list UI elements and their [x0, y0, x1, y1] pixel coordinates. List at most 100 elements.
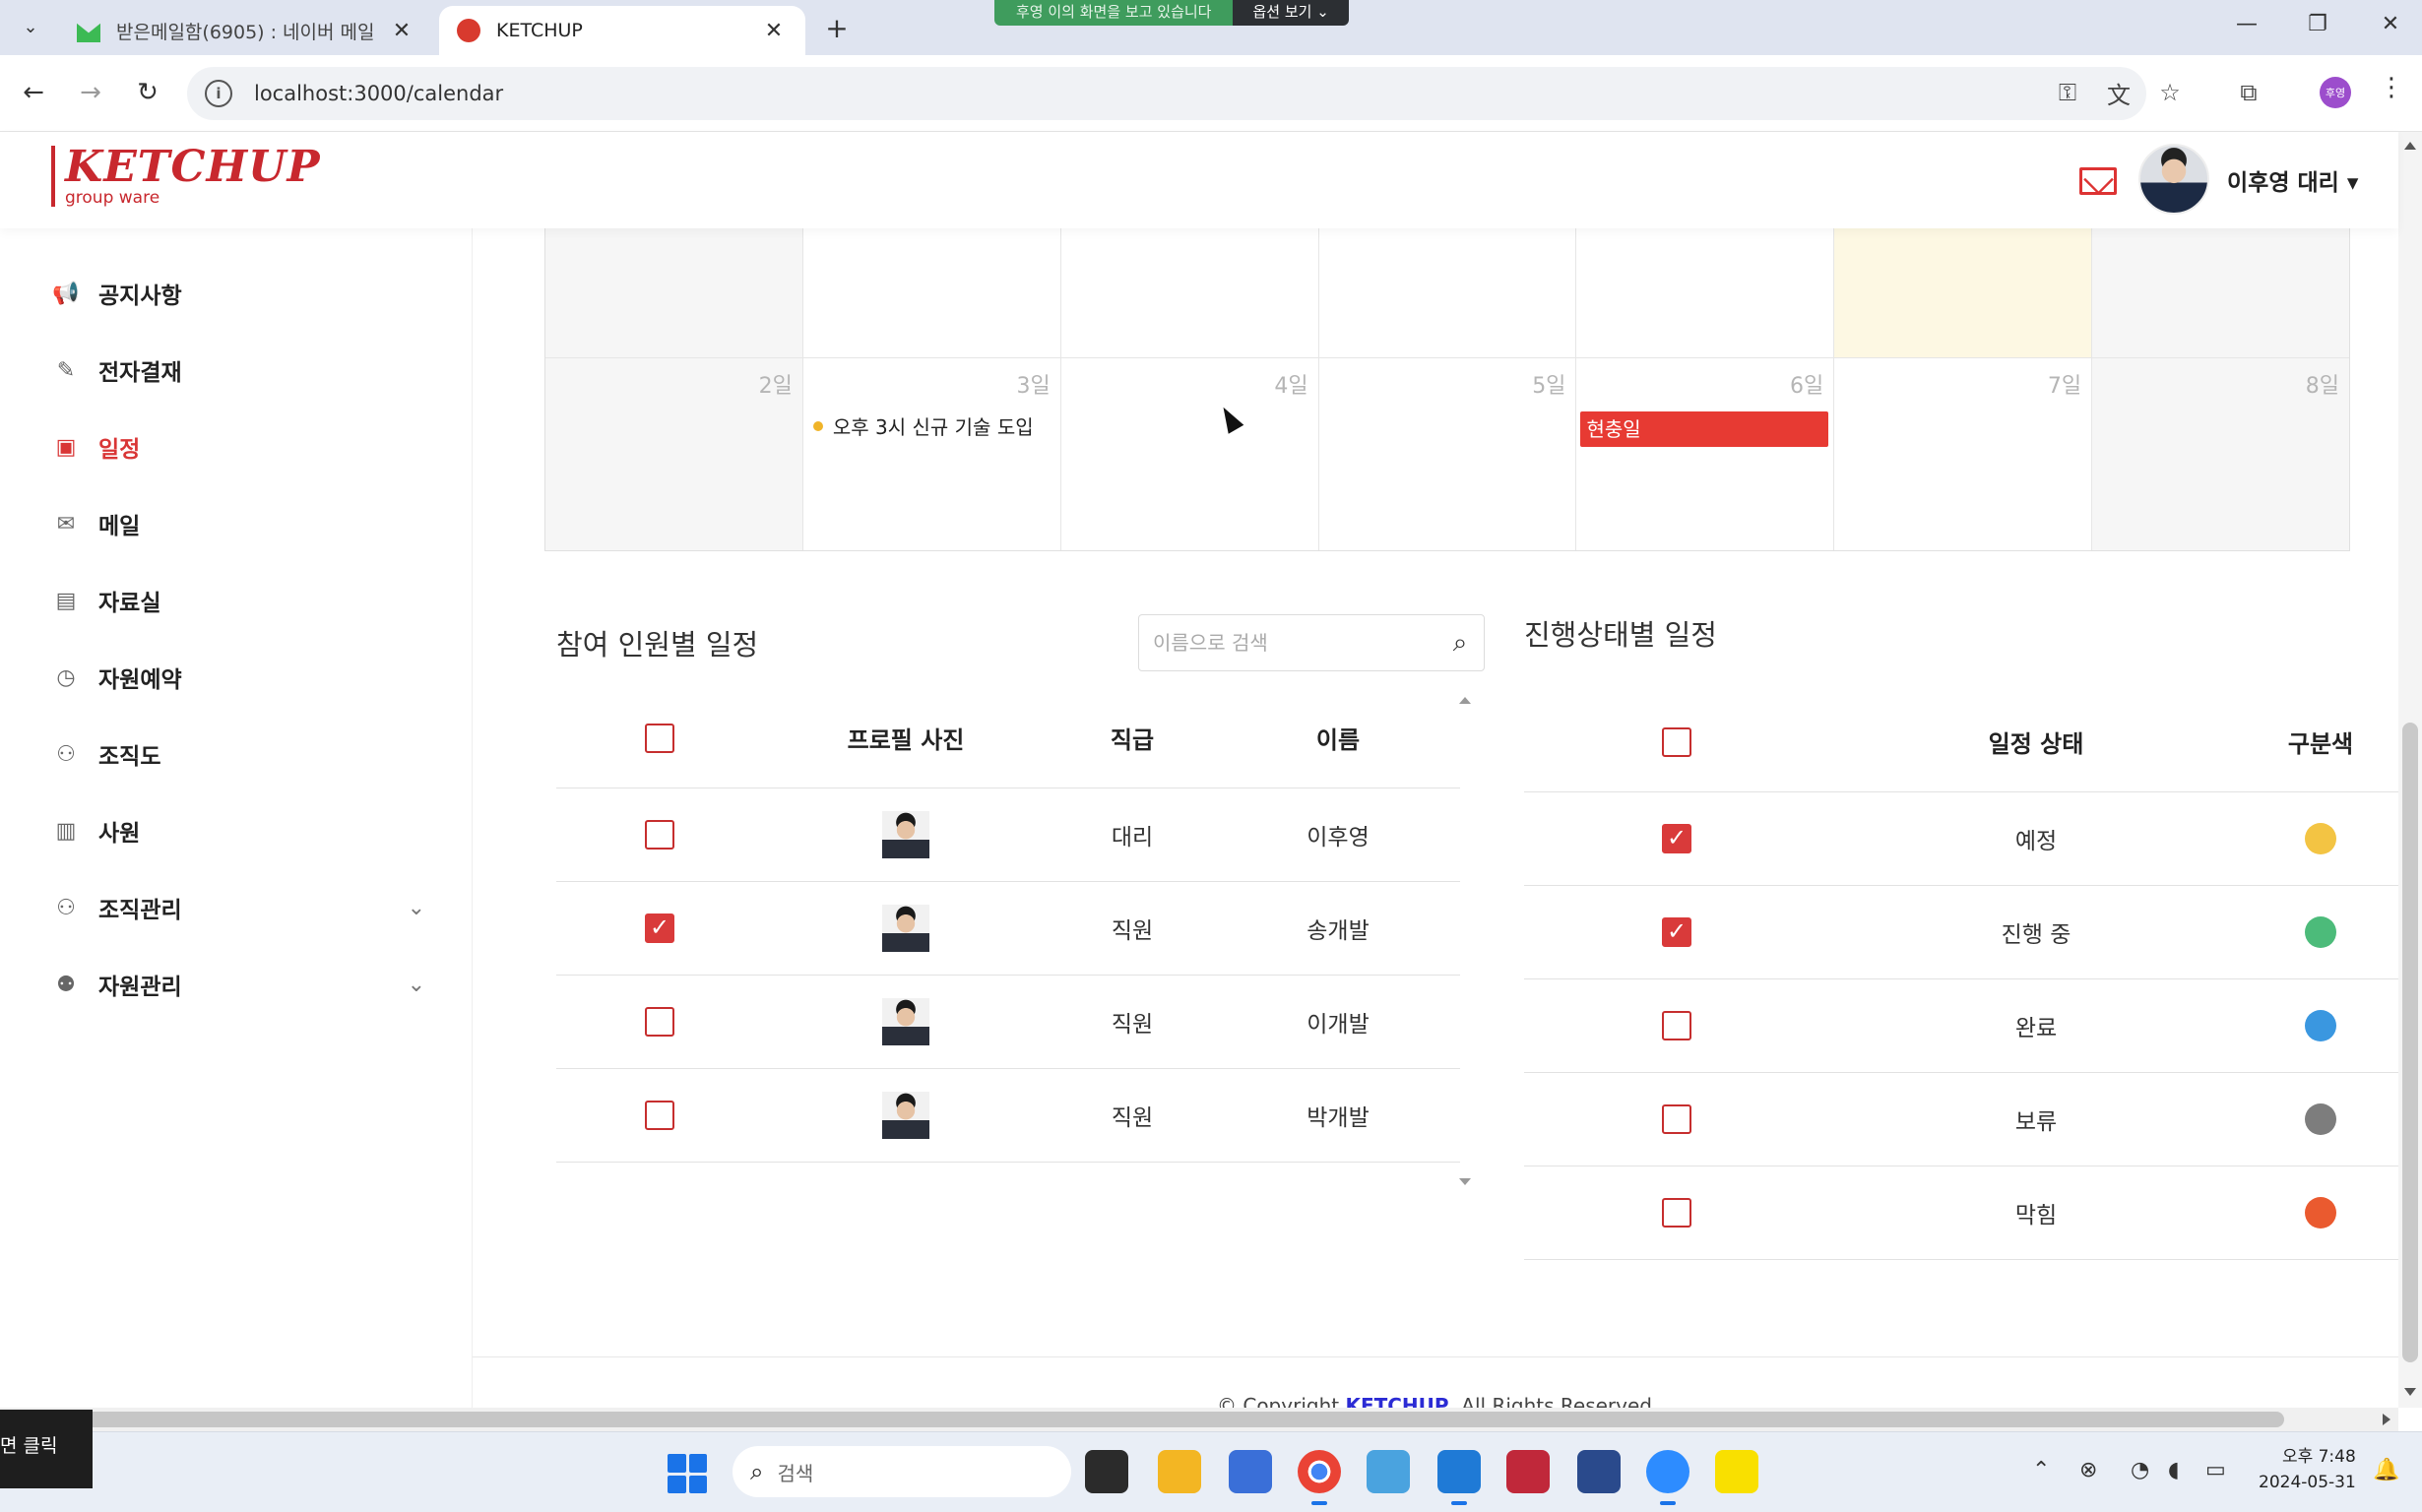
system-clock[interactable]: 오후 7:48 2024-05-31	[2259, 1444, 2356, 1495]
calendar-day-cell[interactable]: 5일	[1319, 358, 1577, 550]
user-avatar[interactable]	[2138, 144, 2209, 215]
translate-icon[interactable]: 文	[2099, 73, 2138, 112]
day-number[interactable]: 8일	[2306, 368, 2339, 400]
tab-close-icon[interactable]: ✕	[388, 19, 415, 43]
calendar-day-cell[interactable]	[803, 228, 1061, 357]
chevron-down-icon[interactable]: ⌄	[408, 973, 425, 997]
browser-menu-icon[interactable]: ⋮	[2375, 73, 2408, 112]
notepad-icon[interactable]	[1229, 1450, 1272, 1493]
sidebar-item-resource-management[interactable]: ⚉ 자원관리 ⌄	[51, 965, 425, 1004]
battery-icon[interactable]: ▭	[2205, 1458, 2226, 1482]
chevron-down-icon[interactable]: ⌄	[408, 896, 425, 920]
calendar-day-cell[interactable]: 7일	[1834, 358, 2093, 550]
scroll-right-arrow-icon[interactable]	[2383, 1414, 2390, 1425]
notification-bell-icon[interactable]: 🔔	[2373, 1458, 2399, 1482]
sidebar-item-schedule[interactable]: ▣ 일정	[51, 427, 425, 467]
sidebar-item-employees[interactable]: ▥ 사원	[51, 811, 425, 850]
tab-close-icon[interactable]: ✕	[760, 19, 788, 43]
day-number[interactable]: 5일	[1532, 368, 1565, 400]
intellij-icon[interactable]	[1506, 1450, 1550, 1493]
browser-tab-naver-mail[interactable]: 받은메일함(6905) : 네이버 메일 ✕	[59, 6, 433, 55]
zoom-icon[interactable]	[1646, 1450, 1689, 1505]
password-key-icon[interactable]: ⚿	[2048, 73, 2087, 112]
scroll-up-arrow-icon[interactable]	[2404, 142, 2416, 150]
calendar-day-cell[interactable]	[1319, 228, 1577, 357]
reload-button[interactable]: ↻	[128, 73, 167, 112]
window-minimize-button[interactable]: —	[2227, 12, 2266, 36]
status-checkbox[interactable]	[1662, 823, 1691, 853]
status-checkbox[interactable]	[1662, 1010, 1691, 1040]
windows-start-icon[interactable]	[668, 1454, 707, 1493]
address-bar[interactable]: i localhost:3000/calendar	[187, 67, 2146, 120]
sidebar-item-archive[interactable]: ▤ 자료실	[51, 581, 425, 620]
calendar-day-cell[interactable]: 3일 오후 3시 신규 기술 도입	[803, 358, 1061, 550]
page-vertical-scrollbar[interactable]	[2398, 132, 2422, 1408]
ketchup-logo[interactable]: KETCHUP group ware	[51, 146, 321, 207]
day-number[interactable]: 6일	[1790, 368, 1823, 400]
profile-avatar[interactable]: 후영	[2320, 77, 2351, 108]
row-checkbox[interactable]	[645, 913, 674, 943]
calendar-day-cell[interactable]: 4일	[1061, 358, 1319, 550]
table-row[interactable]: 직원 이개발	[556, 975, 1460, 1069]
sidebar-item-approval[interactable]: ✎ 전자결재	[51, 350, 425, 390]
search-icon[interactable]: ⌕	[1436, 628, 1484, 659]
share-options-button[interactable]: 옵션 보기 ⌄	[1233, 0, 1349, 26]
sidebar-item-org-chart[interactable]: ⚇ 조직도	[51, 734, 425, 774]
day-number[interactable]: 3일	[1016, 368, 1050, 400]
task-view-icon[interactable]	[1085, 1450, 1128, 1493]
table-row[interactable]: 직원 송개발	[556, 881, 1460, 976]
file-explorer-icon[interactable]	[1158, 1450, 1201, 1493]
tab-search-button[interactable]: ⌄	[14, 10, 47, 43]
select-all-checkbox[interactable]	[645, 723, 674, 753]
scroll-up-arrow-icon[interactable]	[1459, 697, 1471, 704]
table-row[interactable]: 진행 중	[1524, 885, 2398, 979]
site-info-icon[interactable]: i	[205, 80, 232, 107]
volume-icon[interactable]: ◖	[2168, 1458, 2180, 1482]
day-number[interactable]: 4일	[1274, 368, 1307, 400]
participants-scrollbar[interactable]	[1457, 689, 1473, 1193]
back-button[interactable]: ←	[14, 73, 53, 112]
table-row[interactable]: 예정	[1524, 791, 2398, 886]
scrollbar-thumb[interactable]	[2402, 723, 2418, 1362]
status-checkbox[interactable]	[1662, 1103, 1691, 1134]
page-horizontal-scrollbar[interactable]	[0, 1408, 2398, 1431]
select-all-checkbox[interactable]	[1662, 726, 1691, 757]
sidebar-item-resource-booking[interactable]: ◷ 자원예약	[51, 658, 425, 697]
name-search-input[interactable]	[1153, 631, 1436, 655]
row-checkbox[interactable]	[645, 1006, 674, 1037]
calendar-day-cell[interactable]: 8일	[2092, 358, 2350, 550]
tray-expand-icon[interactable]: ⌃	[2032, 1458, 2050, 1482]
scrollbar-thumb[interactable]	[0, 1412, 2284, 1427]
chrome-icon[interactable]	[1298, 1450, 1341, 1505]
wifi-icon[interactable]: ◔	[2131, 1458, 2149, 1482]
calendar-day-cell[interactable]	[545, 228, 803, 357]
user-menu-dropdown[interactable]: 이후영 대리 ▾	[2227, 163, 2358, 197]
calendar-day-cell-today[interactable]	[1834, 228, 2093, 357]
forward-button[interactable]: →	[71, 73, 110, 112]
sql-developer-icon[interactable]	[1577, 1450, 1621, 1493]
sidebar-item-notice[interactable]: 📢 공지사항	[51, 274, 425, 313]
vscode-icon[interactable]	[1437, 1450, 1481, 1505]
window-restore-button[interactable]: ❐	[2298, 12, 2337, 36]
day-number[interactable]: 2일	[759, 368, 793, 400]
row-checkbox[interactable]	[645, 1100, 674, 1130]
extensions-icon[interactable]: ⧉	[2229, 73, 2268, 112]
tray-app-icon[interactable]: ⊗	[2079, 1458, 2097, 1482]
calendar-day-cell[interactable]	[1061, 228, 1319, 357]
snipping-tool-icon[interactable]	[1367, 1450, 1410, 1493]
calendar-day-cell[interactable]: 2일	[545, 358, 803, 550]
scroll-down-arrow-icon[interactable]	[2404, 1388, 2416, 1396]
new-tab-button[interactable]: +	[819, 10, 855, 45]
table-row[interactable]: 보류	[1524, 1072, 2398, 1166]
taskbar-search[interactable]: ⌕ 검색	[733, 1446, 1071, 1497]
sidebar-item-mail[interactable]: ✉ 메일	[51, 504, 425, 543]
table-row[interactable]: 막힘	[1524, 1166, 2398, 1260]
status-checkbox[interactable]	[1662, 1197, 1691, 1228]
calendar-day-cell[interactable]	[2092, 228, 2350, 357]
scroll-down-arrow-icon[interactable]	[1459, 1178, 1471, 1185]
bookmark-star-icon[interactable]: ☆	[2150, 73, 2190, 112]
status-checkbox[interactable]	[1662, 916, 1691, 947]
kakaotalk-icon[interactable]	[1715, 1450, 1758, 1493]
day-number[interactable]: 7일	[2048, 368, 2081, 400]
holiday-event[interactable]: 현충일	[1580, 411, 1829, 447]
